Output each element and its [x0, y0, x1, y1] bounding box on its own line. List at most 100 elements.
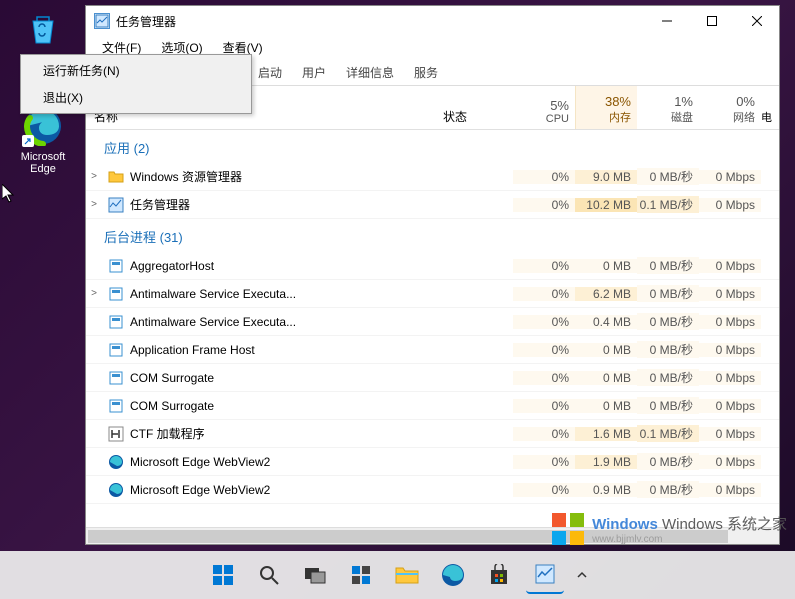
start-button[interactable] [204, 556, 242, 594]
table-row[interactable]: COM Surrogate 0% 0 MB 0 MB/秒 0 Mbps [86, 392, 779, 420]
cell-disk: 0.1 MB/秒 [637, 425, 699, 442]
cell-network: 0 Mbps [699, 259, 761, 273]
desktop-icon-edge[interactable]: Microsoft Edge [13, 105, 73, 175]
cell-network: 0 Mbps [699, 399, 761, 413]
process-name: COM Surrogate [130, 371, 443, 385]
desktop-icon-label: Microsoft Edge [13, 151, 73, 175]
process-name: Windows 资源管理器 [130, 168, 443, 185]
table-row[interactable]: > Windows 资源管理器 0% 9.0 MB 0 MB/秒 0 Mbps [86, 163, 779, 191]
col-power[interactable]: 电 [761, 86, 779, 129]
cell-network: 0 Mbps [699, 455, 761, 469]
task-manager-icon [94, 13, 110, 29]
cell-disk: 0 MB/秒 [637, 257, 699, 274]
widgets-icon[interactable] [342, 556, 380, 594]
table-row[interactable]: > 任务管理器 0% 10.2 MB 0.1 MB/秒 0 Mbps [86, 191, 779, 219]
process-name: AggregatorHost [130, 259, 443, 273]
cell-disk: 0 MB/秒 [637, 481, 699, 498]
tab-services[interactable]: 服务 [404, 60, 448, 85]
cell-cpu: 0% [513, 259, 575, 273]
process-name: Microsoft Edge WebView2 [130, 483, 443, 497]
cell-network: 0 Mbps [699, 343, 761, 357]
cell-disk: 0 MB/秒 [637, 397, 699, 414]
cursor-icon [2, 184, 18, 204]
store-icon[interactable] [480, 556, 518, 594]
menu-exit[interactable]: 退出(X) [23, 84, 249, 111]
cell-network: 0 Mbps [699, 170, 761, 184]
cell-cpu: 0% [513, 483, 575, 497]
watermark-title: Windows Windows 系统之家 [592, 513, 787, 534]
tab-startup[interactable]: 启动 [248, 60, 292, 85]
process-icon [108, 426, 124, 442]
process-name: CTF 加载程序 [130, 425, 443, 442]
table-row[interactable]: Microsoft Edge WebView2 0% 0.9 MB 0 MB/秒… [86, 476, 779, 504]
col-status[interactable]: 状态 [443, 86, 513, 129]
cell-memory: 0.9 MB [575, 483, 637, 497]
task-manager-taskbar-icon[interactable] [526, 556, 564, 594]
cell-memory: 6.2 MB [575, 287, 637, 301]
watermark: Windows Windows 系统之家 www.bjjmlv.com [550, 511, 787, 547]
close-button[interactable] [734, 6, 779, 36]
cell-memory: 0 MB [575, 399, 637, 413]
cell-memory: 0 MB [575, 259, 637, 273]
cell-cpu: 0% [513, 399, 575, 413]
process-name: 任务管理器 [130, 196, 443, 213]
cell-cpu: 0% [513, 371, 575, 385]
cell-disk: 0 MB/秒 [637, 453, 699, 470]
maximize-button[interactable] [689, 6, 734, 36]
col-network[interactable]: 0%网络 [699, 86, 761, 129]
process-icon [108, 286, 124, 302]
col-memory[interactable]: 38%内存 [575, 86, 637, 129]
cell-network: 0 Mbps [699, 483, 761, 497]
table-row[interactable]: AggregatorHost 0% 0 MB 0 MB/秒 0 Mbps [86, 252, 779, 280]
titlebar[interactable]: 任务管理器 [86, 6, 779, 36]
search-icon[interactable] [250, 556, 288, 594]
menu-run-new-task[interactable]: 运行新任务(N) [23, 57, 249, 84]
task-view-icon[interactable] [296, 556, 334, 594]
edge-taskbar-icon[interactable] [434, 556, 472, 594]
cell-disk: 0 MB/秒 [637, 341, 699, 358]
shortcut-arrow-icon [22, 135, 34, 147]
watermark-url: www.bjjmlv.com [592, 534, 787, 545]
expand-icon[interactable]: > [86, 288, 102, 299]
cell-cpu: 0% [513, 198, 575, 212]
section-background: 后台进程 (31) [86, 219, 779, 252]
cell-memory: 0.4 MB [575, 315, 637, 329]
table-row[interactable]: Antimalware Service Executa... 0% 0.4 MB… [86, 308, 779, 336]
file-explorer-icon[interactable] [388, 556, 426, 594]
cell-cpu: 0% [513, 315, 575, 329]
col-disk[interactable]: 1%磁盘 [637, 86, 699, 129]
process-name: Application Frame Host [130, 343, 443, 357]
cell-memory: 10.2 MB [575, 198, 637, 212]
minimize-button[interactable] [644, 6, 689, 36]
table-row[interactable]: Microsoft Edge WebView2 0% 1.9 MB 0 MB/秒… [86, 448, 779, 476]
expand-icon[interactable]: > [86, 171, 102, 182]
process-icon [108, 398, 124, 414]
process-icon [108, 169, 124, 185]
cell-memory: 9.0 MB [575, 170, 637, 184]
cell-memory: 0 MB [575, 343, 637, 357]
windows-logo-icon [550, 511, 586, 547]
cell-network: 0 Mbps [699, 198, 761, 212]
tab-users[interactable]: 用户 [292, 60, 336, 85]
expand-icon[interactable]: > [86, 199, 102, 210]
taskbar[interactable] [0, 551, 795, 599]
cell-disk: 0.1 MB/秒 [637, 196, 699, 213]
recycle-bin-icon [22, 8, 64, 50]
process-list[interactable]: 应用 (2) > Windows 资源管理器 0% 9.0 MB 0 MB/秒 … [86, 130, 779, 527]
table-row[interactable]: Application Frame Host 0% 0 MB 0 MB/秒 0 … [86, 336, 779, 364]
process-icon [108, 482, 124, 498]
cell-disk: 0 MB/秒 [637, 168, 699, 185]
tab-details[interactable]: 详细信息 [336, 60, 404, 85]
table-row[interactable]: CTF 加载程序 0% 1.6 MB 0.1 MB/秒 0 Mbps [86, 420, 779, 448]
process-icon [108, 454, 124, 470]
cell-cpu: 0% [513, 170, 575, 184]
table-row[interactable]: > Antimalware Service Executa... 0% 6.2 … [86, 280, 779, 308]
cell-disk: 0 MB/秒 [637, 369, 699, 386]
cell-network: 0 Mbps [699, 427, 761, 441]
file-menu-dropdown: 运行新任务(N) 退出(X) [20, 54, 252, 114]
cell-network: 0 Mbps [699, 287, 761, 301]
table-row[interactable]: COM Surrogate 0% 0 MB 0 MB/秒 0 Mbps [86, 364, 779, 392]
tray-chevron-icon[interactable] [572, 556, 592, 594]
col-cpu[interactable]: 5%CPU [513, 86, 575, 129]
cell-cpu: 0% [513, 343, 575, 357]
